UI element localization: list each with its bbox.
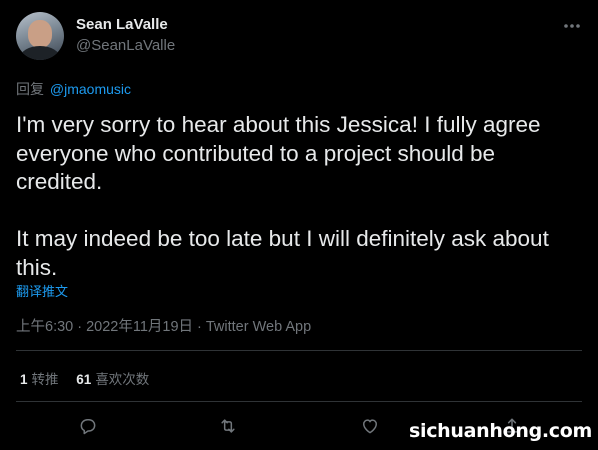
retweets-stat[interactable]: 1 转推: [20, 372, 62, 387]
retweets-count: 1: [20, 372, 28, 387]
reply-prefix: 回复: [16, 81, 44, 97]
tweet-meta: 上午6:30 · 2022年11月19日 · Twitter Web App: [16, 315, 311, 336]
divider: [16, 350, 582, 351]
watermark-text: sichuanhong.com: [409, 420, 593, 442]
meta-separator: ·: [197, 319, 202, 335]
likes-stat[interactable]: 61 喜欢次数: [76, 372, 149, 387]
retweets-label: 转推: [31, 372, 59, 387]
heart-icon[interactable]: [358, 414, 382, 438]
avatar-shoulders: [20, 46, 60, 60]
avatar-head: [28, 20, 52, 48]
reply-context: 回复 @jmaomusic: [16, 79, 131, 99]
retweet-icon[interactable]: [216, 414, 240, 438]
author-handle[interactable]: @SeanLaValle: [76, 37, 175, 54]
reply-mention-link[interactable]: @jmaomusic: [50, 81, 131, 97]
tweet-source[interactable]: Twitter Web App: [206, 319, 311, 335]
likes-label: 喜欢次数: [95, 372, 150, 387]
divider: [16, 401, 582, 402]
translate-tweet-link[interactable]: 翻译推文: [16, 281, 68, 300]
tweet-text: I'm very sorry to hear about this Jessic…: [16, 112, 549, 280]
likes-count: 61: [76, 372, 92, 387]
tweet-date[interactable]: 2022年11月19日: [86, 319, 193, 335]
tweet-stats: 1 转推 61 喜欢次数: [20, 368, 163, 388]
meta-separator: ·: [77, 319, 83, 335]
author-display-name[interactable]: Sean LaValle: [76, 16, 168, 33]
tweet-time[interactable]: 上午6:30: [16, 319, 73, 335]
reply-icon[interactable]: [76, 414, 100, 438]
avatar[interactable]: [16, 12, 64, 60]
more-icon[interactable]: [560, 14, 584, 38]
